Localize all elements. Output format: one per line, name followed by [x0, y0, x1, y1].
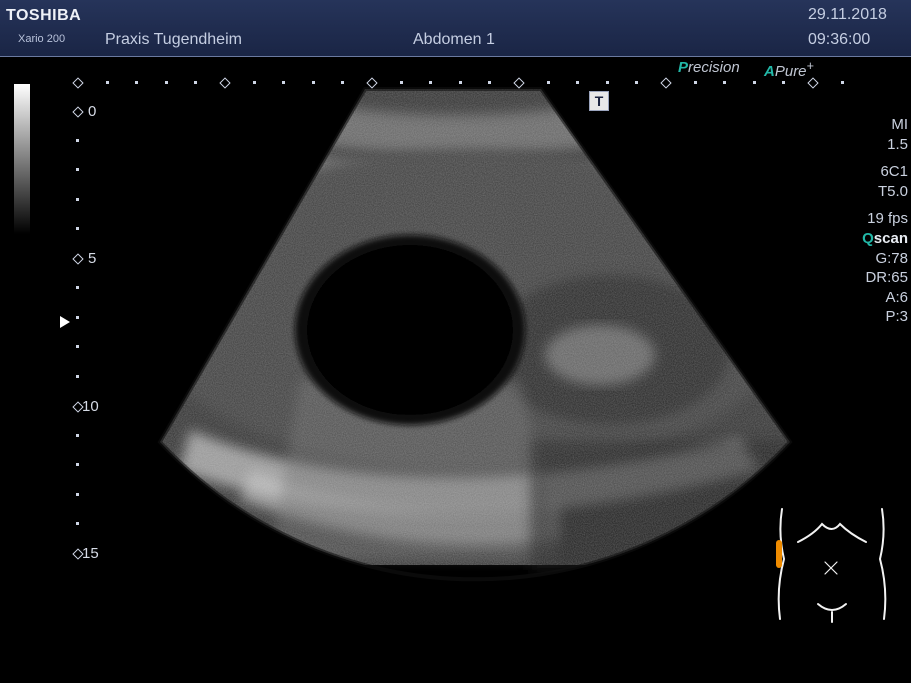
depth-label: 10: [82, 398, 99, 415]
lateral-minor-tick: [459, 81, 462, 84]
depth-label: 15: [82, 545, 99, 562]
depth-minor-tick: [76, 286, 79, 289]
depth-minor-tick: [76, 375, 79, 378]
gain-value: G:78: [875, 249, 908, 267]
lateral-minor-tick: [135, 81, 138, 84]
depth-label: 5: [88, 250, 97, 267]
probe-name: 6C1: [880, 163, 908, 181]
depth-minor-tick: [76, 463, 79, 466]
lateral-minor-tick: [606, 81, 609, 84]
frame-rate: 19 fps: [867, 210, 908, 228]
lateral-minor-tick: [282, 81, 285, 84]
lateral-minor-tick: [841, 81, 844, 84]
dynamic-range-value: DR:65: [865, 269, 908, 287]
lateral-minor-tick: [547, 81, 550, 84]
lateral-minor-tick: [341, 81, 344, 84]
lateral-minor-tick: [694, 81, 697, 84]
depth-label: 0: [88, 103, 97, 120]
depth-minor-tick: [76, 227, 79, 230]
depth-minor-tick: [76, 316, 79, 319]
body-mark-icon: [776, 508, 887, 623]
lateral-minor-tick: [400, 81, 403, 84]
mi-value: 1.5: [887, 135, 908, 153]
depth-minor-tick: [76, 168, 79, 171]
lateral-minor-tick: [488, 81, 491, 84]
lateral-minor-tick: [106, 81, 109, 84]
lateral-minor-tick: [253, 81, 256, 84]
depth-minor-tick: [76, 522, 79, 525]
qscan-indicator: Qscan: [862, 229, 908, 247]
depth-minor-tick: [76, 493, 79, 496]
depth-minor-tick: [76, 345, 79, 348]
lateral-minor-tick: [723, 81, 726, 84]
depth-minor-tick: [76, 198, 79, 201]
lateral-minor-tick: [165, 81, 168, 84]
lateral-minor-tick: [753, 81, 756, 84]
p-value: P:3: [885, 308, 908, 326]
lateral-minor-tick: [194, 81, 197, 84]
a-value: A:6: [885, 288, 908, 306]
parameter-panel: MI 1.5 6C1 T5.0 19 fps Qscan G:78 DR:65 …: [862, 115, 908, 327]
depth-minor-tick: [76, 139, 79, 142]
transducer-orientation-icon: T: [589, 91, 609, 111]
mi-label: MI: [891, 116, 908, 133]
probe-position-icon: [776, 540, 782, 568]
lateral-minor-tick: [635, 81, 638, 84]
depth-minor-tick: [76, 434, 79, 437]
lateral-minor-tick: [312, 81, 315, 84]
thi-frequency: T5.0: [877, 182, 908, 200]
lateral-minor-tick: [576, 81, 579, 84]
lateral-minor-tick: [782, 81, 785, 84]
focus-arrow-icon[interactable]: [60, 316, 70, 328]
lateral-minor-tick: [429, 81, 432, 84]
